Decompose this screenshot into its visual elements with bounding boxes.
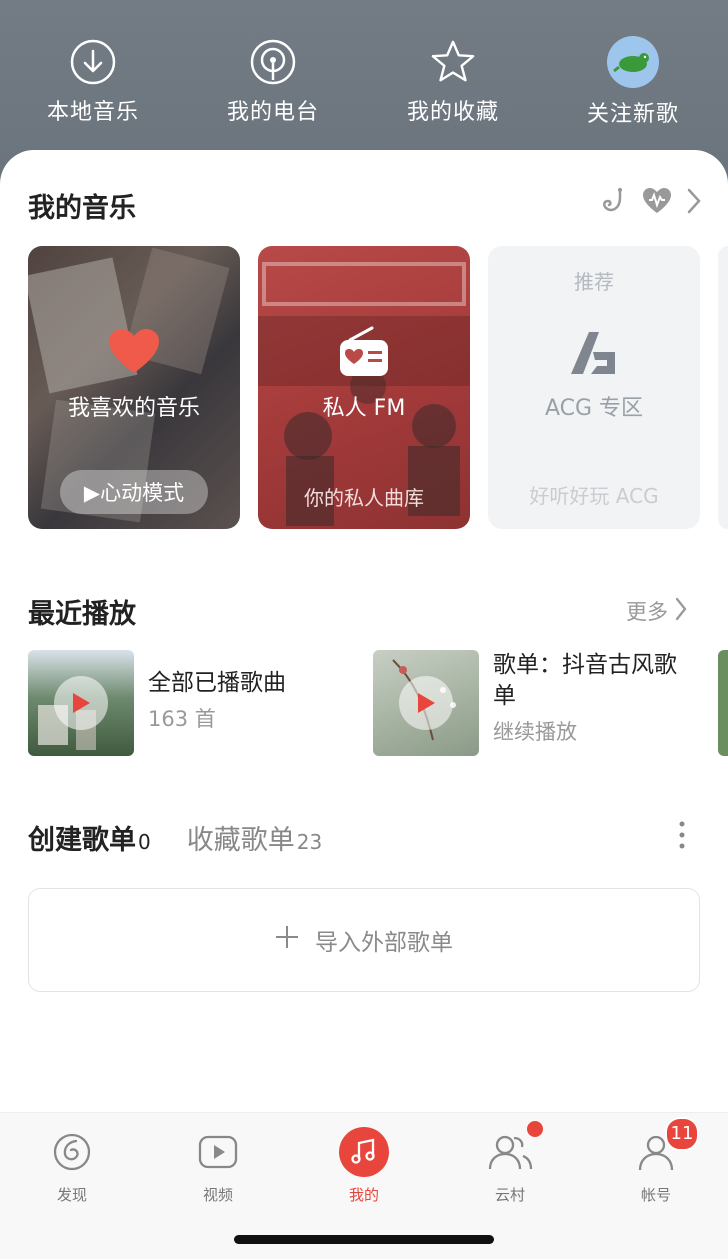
recent-item[interactable]: 歌单：抖音古风歌单 继续播放 [373,650,683,756]
community-icon [485,1121,543,1177]
play-icon[interactable] [54,676,108,730]
chevron-right-icon[interactable] [686,187,702,219]
nav-label: 我的 [348,1186,379,1204]
recent-thumb [373,650,479,756]
my-music-actions [598,186,702,220]
import-label: 导入外部歌单 [315,930,453,956]
quick-local-music[interactable]: 本地音乐 [28,38,158,126]
heartbeat-mode-button[interactable]: ▶心动模式 [60,470,208,514]
tile-private-fm[interactable]: 私人 FM 你的私人曲库 [258,246,470,529]
tile-title: 私人 FM [322,396,406,421]
more-label: 更多 [626,600,668,624]
nav-label: 视频 [202,1186,233,1204]
nav-label: 帐号 [640,1186,671,1204]
recent-item-title: 全部已播歌曲 [148,670,286,696]
my-music-title: 我的音乐 [28,193,136,224]
video-icon [193,1127,243,1177]
tile-title: ACG 专区 [544,396,644,421]
tile-partial [718,246,728,529]
playlist-tabs: 创建歌单 0 收藏歌单 23 [28,818,322,857]
nav-discover[interactable]: 发现 [22,1127,122,1205]
quick-label: 本地音乐 [46,100,139,125]
account-badge: 11 [665,1117,699,1151]
recent-item[interactable]: 全部已播歌曲 163 首 [28,650,286,756]
main-card: 我的音乐 我喜欢的音乐 ▶心动模式 私人 FM 你的私人曲库 推荐 ACG 专区… [0,150,728,1112]
quick-label: 我的电台 [226,100,319,125]
home-indicator [234,1235,494,1244]
account-icon: 11 [631,1117,699,1177]
avatar-icon [607,36,659,88]
radio-fm-icon [338,326,390,382]
nav-account[interactable]: 11 帐号 [606,1117,706,1205]
radio-icon [249,38,297,86]
plus-icon [275,925,299,955]
tab-created-playlists[interactable]: 创建歌单 [28,818,136,857]
bottom-nav: 发现 视频 我的 云村 11 帐号 [0,1112,728,1259]
notification-dot [527,1121,543,1137]
recent-item-sub: 163 首 [148,707,216,731]
nav-mine[interactable]: 我的 [314,1127,414,1205]
quick-my-radio[interactable]: 我的电台 [208,38,338,126]
music-note-icon [339,1127,389,1177]
recent-title: 最近播放 [28,599,136,630]
recent-item-sub: 继续播放 [493,720,577,744]
import-playlist-button[interactable]: 导入外部歌单 [28,888,700,992]
quick-label: 我的收藏 [406,100,499,125]
play-icon[interactable] [399,676,453,730]
chevron-right-icon [674,597,688,626]
recent-partial-thumb [718,650,728,756]
recent-more-button[interactable]: 更多 [626,596,688,626]
saxophone-icon[interactable] [598,186,628,220]
tile-subtitle: 你的私人曲库 [304,486,424,510]
recent-thumb [28,650,134,756]
heart-wave-icon[interactable] [642,187,672,219]
nav-video[interactable]: 视频 [168,1127,268,1205]
tile-title: 我喜欢的音乐 [67,396,200,421]
more-vertical-icon[interactable] [672,820,692,854]
tile-subtitle: 好听好玩 ACG [529,484,659,508]
collected-count: 23 [296,830,323,854]
star-icon [429,38,477,86]
heart-icon [108,328,160,378]
quick-follow-new-songs[interactable]: 关注新歌 [568,36,698,128]
quick-label: 关注新歌 [586,102,679,127]
tile-acg-zone[interactable]: 推荐 ACG 专区 好听好玩 ACG [488,246,700,529]
discover-icon [47,1127,97,1177]
created-count: 0 [138,830,151,854]
tile-liked-music[interactable]: 我喜欢的音乐 ▶心动模式 [28,246,240,529]
recent-item-title: 歌单：抖音古风歌单 [493,652,677,709]
nav-cloud-village[interactable]: 云村 [460,1121,560,1205]
quick-my-collection[interactable]: 我的收藏 [388,38,518,126]
acg-logo-icon [567,330,623,380]
heartbeat-mode-label: ▶心动模式 [83,481,185,505]
tab-collected-playlists[interactable]: 收藏歌单 [187,818,295,857]
download-icon [69,38,117,86]
nav-label: 发现 [56,1186,87,1204]
tile-tag: 推荐 [574,270,614,294]
nav-label: 云村 [494,1186,525,1204]
